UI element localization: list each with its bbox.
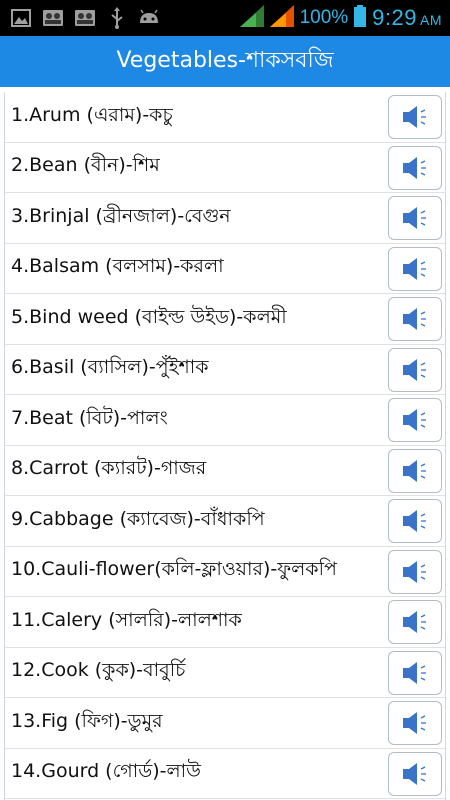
gallery-icon xyxy=(10,7,32,29)
contacts-icon xyxy=(42,7,64,29)
page-title: Vegetables-শাকসবজি xyxy=(116,48,334,73)
speaker-icon xyxy=(403,459,426,482)
list-item-label: 2.Bean (বীন)-শিম xyxy=(11,154,160,177)
status-bar-system: 100% 9:29 AM xyxy=(239,0,450,36)
battery-percent: 100% xyxy=(299,7,349,28)
speaker-icon xyxy=(403,358,426,381)
usb-icon xyxy=(106,7,128,29)
list-item[interactable]: 4.Balsam (বলসাম)-করলা xyxy=(5,244,445,294)
speak-button[interactable] xyxy=(388,297,442,341)
clock-time: 9:29 xyxy=(372,5,417,30)
list-item[interactable]: 6.Basil (ব্যাসিল)-পুঁইশাক xyxy=(5,345,445,395)
speak-button[interactable] xyxy=(388,701,442,745)
list-item[interactable]: 12.Cook (কুক)-বাবুর্চি xyxy=(5,648,445,698)
speaker-icon xyxy=(403,308,426,330)
list-item-label: 9.Cabbage (ক্যাবেজ)-বাঁধাকপি xyxy=(11,507,265,530)
battery-icon xyxy=(354,5,367,31)
list-item[interactable]: 13.Fig (ফিগ)-ডুমুর xyxy=(5,698,445,749)
speak-button[interactable] xyxy=(388,398,442,442)
list-item[interactable]: 5.Bind weed (বাইল্ড উইড)-কলমী xyxy=(5,294,445,345)
list-item-label: 10.Cauli-flower(কলি-ফ্লাওয়ার)-ফুলকপি xyxy=(11,558,337,581)
list-item-label: 12.Cook (কুক)-বাবুর্চি xyxy=(11,659,186,682)
speak-button[interactable] xyxy=(388,499,442,543)
speak-button[interactable] xyxy=(388,650,442,695)
signal-sim1-icon xyxy=(239,5,264,31)
speak-button[interactable] xyxy=(388,600,442,644)
status-bar: 100% 9:29 AM xyxy=(0,0,450,36)
app-header: Vegetables-শাকসবজি xyxy=(0,36,450,87)
list-item[interactable]: 2.Bean (বীন)-শিম xyxy=(5,143,445,193)
speaker-icon xyxy=(403,661,426,684)
list-item[interactable]: 10.Cauli-flower(কলি-ফ্লাওয়ার)-ফুলকপি xyxy=(5,547,445,597)
speaker-icon xyxy=(403,409,426,431)
speak-button[interactable] xyxy=(388,549,442,594)
list-item-label: 13.Fig (ফিগ)-ডুমুর xyxy=(11,709,163,732)
speak-button[interactable] xyxy=(388,246,442,291)
list-item-label: 11.Calery (সালরি)-লালশাক xyxy=(11,608,242,631)
speak-button[interactable] xyxy=(388,95,442,139)
status-bar-notifications xyxy=(0,0,160,36)
speak-button[interactable] xyxy=(388,145,442,190)
list-item-label: 5.Bind weed (বাইল্ড উইড)-কলমী xyxy=(11,305,287,328)
speak-button[interactable] xyxy=(388,196,442,240)
speaker-icon xyxy=(403,257,426,280)
speak-button[interactable] xyxy=(388,448,442,493)
speaker-icon xyxy=(403,510,426,532)
list-item[interactable]: 7.Beat (বিট)-পালং xyxy=(5,395,445,446)
speaker-icon xyxy=(403,762,426,785)
speak-button[interactable] xyxy=(388,751,442,796)
list-item[interactable]: 8.Carrot (ক্যারট)-গাজর xyxy=(5,446,445,496)
speak-button[interactable] xyxy=(388,347,442,392)
contacts-icon-2 xyxy=(74,7,96,29)
signal-sim2-icon xyxy=(269,5,294,31)
speaker-icon xyxy=(403,560,426,583)
speaker-icon xyxy=(403,611,426,633)
list-item-label: 4.Balsam (বলসাম)-করলা xyxy=(11,255,224,278)
list-item-label: 6.Basil (ব্যাসিল)-পুঁইশাক xyxy=(11,356,209,379)
list-item[interactable]: 11.Calery (সালরি)-লালশাক xyxy=(5,597,445,648)
list-item-label: 8.Carrot (ক্যারট)-গাজর xyxy=(11,457,207,480)
vegetable-list[interactable]: 1.Arum (এরাম)-কচু 2.Bean (বীন)-শিম 3.Brinj… xyxy=(4,92,446,800)
clock-ampm: AM xyxy=(420,12,442,28)
list-item[interactable]: 3.Brinjal (ব্রীনজাল)-বেগুন xyxy=(5,193,445,244)
list-item[interactable]: 14.Gourd (গোর্ড)-লাউ xyxy=(5,749,445,799)
clock: 9:29 AM xyxy=(372,5,442,31)
list-item[interactable]: 1.Arum (এরাম)-কচু xyxy=(5,92,445,143)
speaker-icon xyxy=(403,156,426,179)
speaker-icon xyxy=(403,207,426,229)
speaker-icon xyxy=(403,106,426,128)
list-item-label: 3.Brinjal (ব্রীনজাল)-বেগুন xyxy=(11,204,231,227)
list-item-label: 14.Gourd (গোর্ড)-লাউ xyxy=(11,760,201,783)
list-item-label: 1.Arum (এরাম)-কচু xyxy=(11,103,173,126)
android-icon xyxy=(138,7,160,29)
speaker-icon xyxy=(403,712,426,734)
list-item-label: 7.Beat (বিট)-পালং xyxy=(11,406,168,429)
list-item[interactable]: 9.Cabbage (ক্যাবেজ)-বাঁধাকপি xyxy=(5,496,445,547)
